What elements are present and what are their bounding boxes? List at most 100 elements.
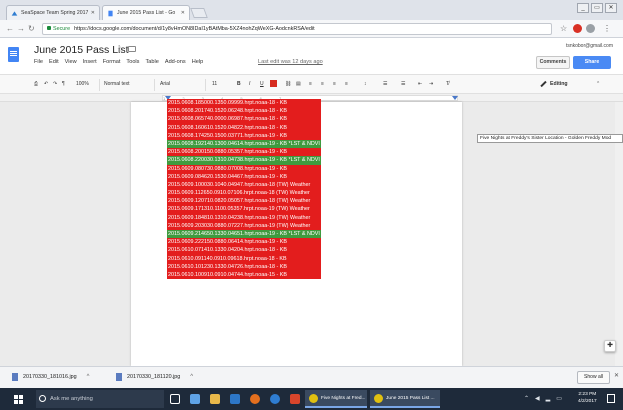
clear-formatting-icon[interactable]: T̸ [446,81,449,87]
link-icon[interactable]: ⛓ [285,81,291,87]
firefox-icon[interactable] [250,394,260,404]
redo-icon[interactable]: ↷ [53,81,57,87]
document-line[interactable]: 2015.0608.200150.0880.05357.hrpt.noaa-19… [167,148,321,157]
store-icon[interactable] [230,394,240,404]
document-line[interactable]: 2015.0608.192140.1300.04614.hrpt.noaa-19… [167,139,321,149]
style-select[interactable]: Normal text [104,81,130,87]
menu-format[interactable]: Format [103,59,121,65]
document-line[interactable]: 2015.0609.214650.1330.04651.hrpt.noaa-19… [167,230,321,239]
document-line[interactable]: 2015.0609.084620.1530.04467.hrpt.noaa-19… [167,172,321,181]
chevron-up-icon[interactable]: ^ [190,374,193,380]
document-line[interactable]: 2015.0609.112650.0910.07106.hrpt.noaa-18… [167,189,321,198]
taskbar-app-fnaf[interactable]: Five Nights at Fred... [305,390,367,408]
document-line[interactable]: 2015.0610.101230.1330.04726.hrpt.noaa-18… [167,262,321,271]
task-view-icon[interactable] [170,394,180,404]
browser-tab-pass-list[interactable]: June 2015 Pass List - Go ✕ [102,5,190,20]
browser-menu-icon[interactable]: ⋮ [603,24,611,33]
explore-button[interactable]: ✚ [604,340,616,352]
star-icon[interactable]: ☆ [117,45,124,54]
maximize-button[interactable]: ▭ [591,3,603,13]
text-color-button[interactable] [270,80,277,87]
show-all-button[interactable]: Show all [577,371,610,384]
account-email[interactable]: tsnkobor@gmail.com [566,43,613,49]
menu-table[interactable]: Table [145,59,158,65]
windows-start-icon[interactable] [14,395,23,404]
document-line[interactable]: 2015.0609.080730.0880.07008.hrpt.noaa-19… [167,164,321,173]
document-line[interactable]: 2015.0608.220030.1310.04738.hrpt.noaa-19… [167,156,321,165]
file-explorer-icon[interactable] [210,394,220,404]
taskbar-clock[interactable]: 2:23 PM 4/2/2017 [578,391,597,405]
ie-icon[interactable] [270,394,280,404]
menu-insert[interactable]: Insert [83,59,97,65]
close-tab-icon[interactable]: ✕ [91,10,95,16]
document-line[interactable]: 2015.0609.184810.1310.04238.hrpt.noaa-19… [167,213,321,222]
numbered-list-icon[interactable]: ☰ [383,81,387,87]
align-left-icon[interactable]: ≡ [309,81,312,87]
edge-icon[interactable] [190,394,200,404]
comment-icon[interactable]: ▤ [296,81,301,87]
document-page[interactable]: 2015.0608.185000.1350.09999.hrpt.noaa-18… [131,99,462,366]
document-title[interactable]: June 2015 Pass List [34,44,129,56]
line-spacing-icon[interactable]: ↕ [364,81,367,87]
menu-tools[interactable]: Tools [126,59,139,65]
back-arrow-icon[interactable]: ← [6,24,14,33]
taskbar-search[interactable]: Ask me anything [36,390,164,408]
document-line[interactable]: 2015.0608.185000.1350.09999.hrpt.noaa-18… [167,99,321,108]
close-tab-icon[interactable]: ✕ [181,10,185,16]
media-player-icon[interactable] [290,394,300,404]
align-justify-icon[interactable]: ≡ [345,81,348,87]
close-downloads-icon[interactable]: ✕ [614,372,619,379]
document-line[interactable]: 2015.0610.100910.0910.04744.hrpt.noaa-15… [167,270,321,280]
network-icon[interactable]: ▂ [546,395,551,402]
menu-help[interactable]: Help [192,59,204,65]
document-line[interactable]: 2015.0608.174250.1500.03771.hrpt.noaa-19… [167,131,321,140]
document-line[interactable]: 2015.0609.171310.1100.05357.hrpt.noaa-19… [167,205,321,214]
document-line[interactable]: 2015.0608.160610.1520.04822.hrpt.noaa-18… [167,123,321,132]
chevron-up-icon[interactable]: ^ [87,374,90,380]
comments-button[interactable]: Comments [536,56,570,69]
decrease-indent-icon[interactable]: ⇤ [418,81,422,87]
align-center-icon[interactable]: ≡ [321,81,324,87]
browser-tab-seaspace[interactable]: SeaSpace Team Spring 2017 ✕ [6,5,100,20]
keyboard-icon[interactable]: ▭ [556,395,562,402]
document-line[interactable]: 2015.0610.071410.1330.04204.hrpt.noaa-18… [167,246,321,255]
font-size-select[interactable]: 11 [212,81,217,87]
minimize-button[interactable]: _ [577,3,589,13]
volume-icon[interactable]: ◀ [535,395,540,402]
document-line[interactable]: 2015.0609.100030.1040.04947.hrpt.noaa-18… [167,180,321,190]
right-indent-marker-icon[interactable] [452,96,458,100]
action-center-icon[interactable] [607,394,615,403]
document-line[interactable]: 2015.0610.091140.0910.09618.hrpt.noaa-18… [167,254,321,263]
bold-button[interactable]: B [237,81,241,87]
address-bar[interactable]: Secure https://docs.google.com/document/d… [42,23,552,35]
document-line[interactable]: 2015.0609.203030.0880.07227.hrpt.noaa-19… [167,221,321,230]
zoom-select[interactable]: 100% [76,81,89,87]
document-line[interactable]: 2015.0609.222150.0880.06414.hrpt.noaa-19… [167,238,321,247]
document-line[interactable]: 2015.0608.065740.0000.06987.hrpt.noaa-18… [167,115,321,124]
align-right-icon[interactable]: ≡ [333,81,336,87]
taskbar-app-pass-list[interactable]: June 2015 Pass List ... [370,390,440,408]
new-tab-button[interactable] [190,8,208,18]
last-edit-link[interactable]: Last edit was 12 days ago [258,59,323,65]
undo-icon[interactable]: ↶ [44,81,48,87]
folder-icon[interactable] [128,46,136,52]
reload-icon[interactable]: ↻ [28,24,35,33]
menu-addons[interactable]: Add-ons [165,59,186,65]
tray-overflow-icon[interactable]: ⌃ [524,395,529,402]
underline-button[interactable]: U [260,81,264,87]
italic-button[interactable]: I [249,81,250,87]
menu-view[interactable]: View [65,59,77,65]
document-line[interactable]: 2015.0608.201740.1520.06248.hrpt.noaa-18… [167,107,321,116]
editing-mode-select[interactable]: Editing [540,80,568,87]
bookmark-star-icon[interactable]: ☆ [560,24,567,33]
share-button[interactable]: Share [573,56,611,69]
download-item[interactable]: 20170330_181120.jpg ^ [116,373,193,381]
close-window-button[interactable]: ✕ [605,3,617,13]
increase-indent-icon[interactable]: ⇥ [429,81,433,87]
collapse-menu-icon[interactable]: ⌃ [596,81,600,87]
menu-edit[interactable]: Edit [49,59,59,65]
document-body[interactable]: 2015.0608.185000.1350.09999.hrpt.noaa-18… [167,99,321,280]
document-line[interactable]: 2015.0609.120710.0820.05057.hrpt.noaa-18… [167,197,321,206]
menu-file[interactable]: File [34,59,43,65]
font-select[interactable]: Arial [160,81,170,87]
